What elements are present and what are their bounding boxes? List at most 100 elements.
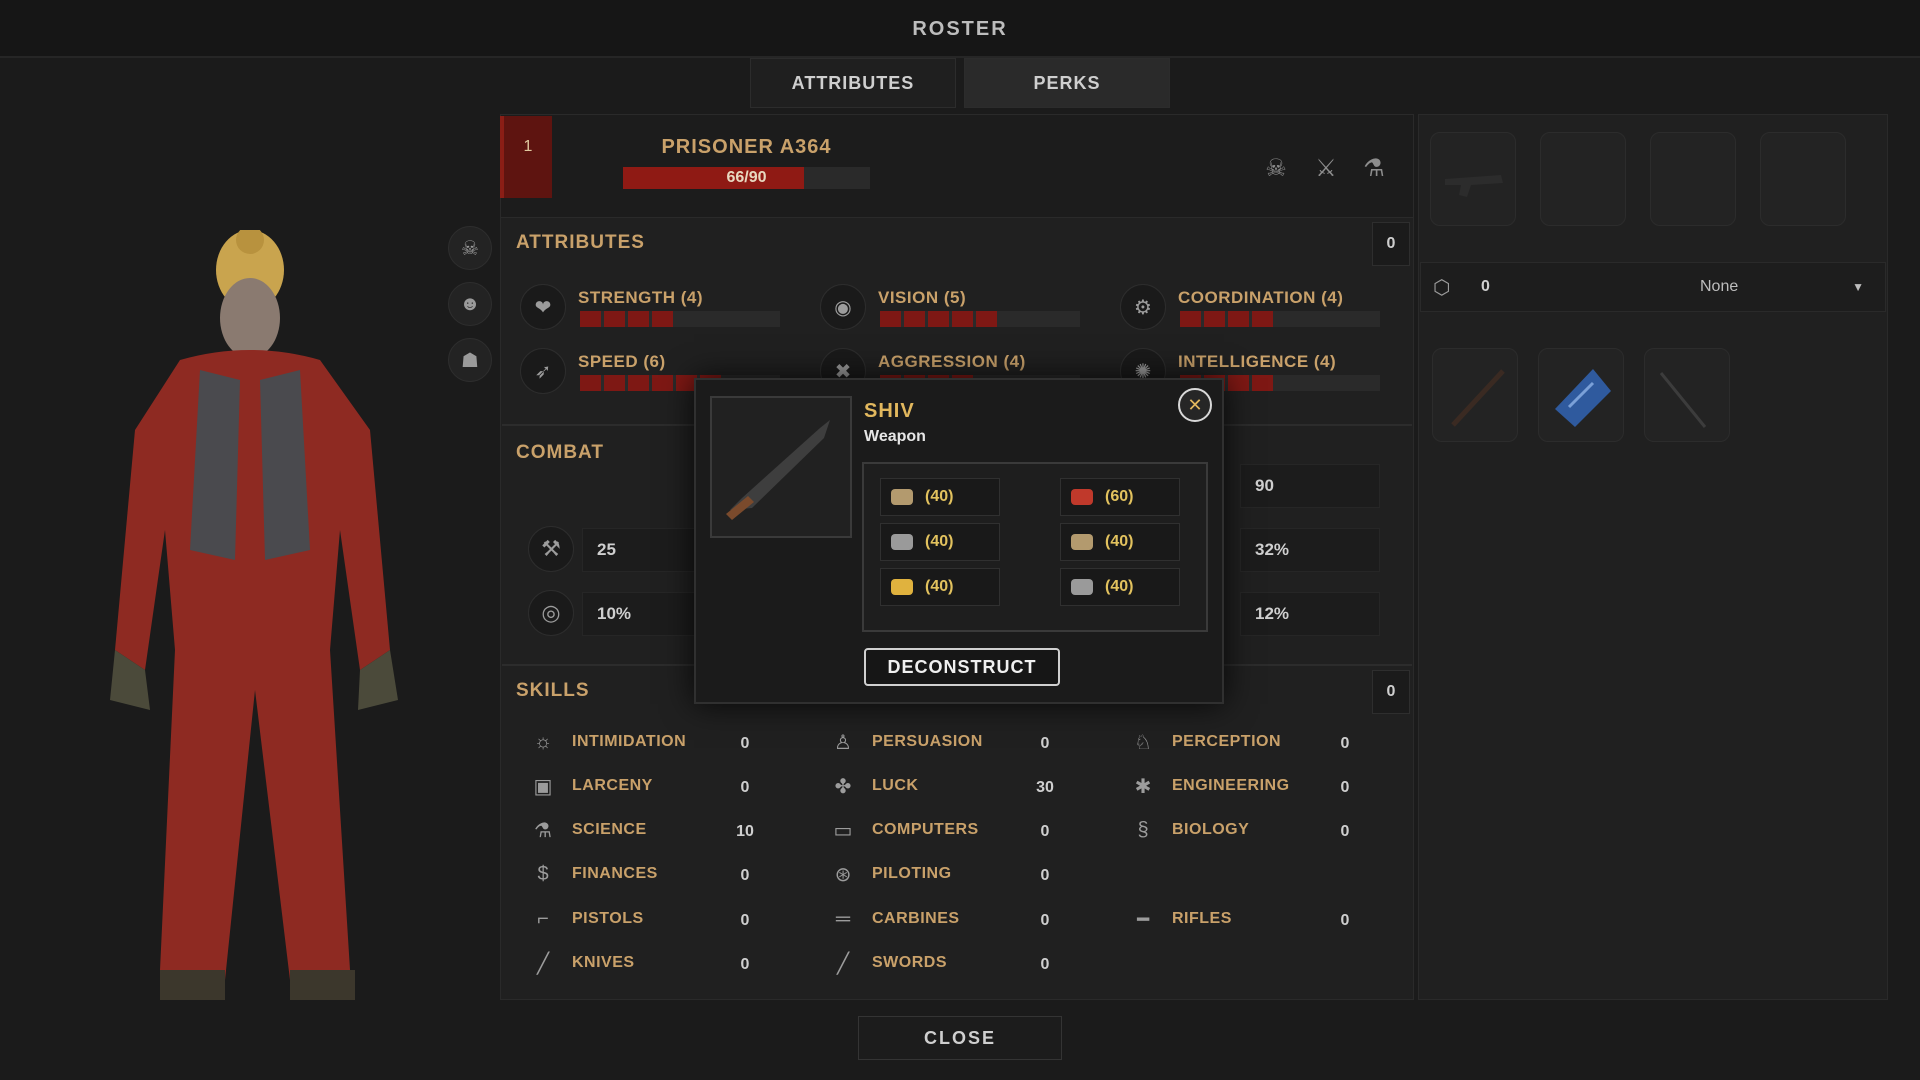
attr-strength-label: STRENGTH (4) (578, 288, 703, 307)
skull-crossbones-icon[interactable]: ☠ (1258, 150, 1294, 186)
skill-value: 0 (1040, 912, 1050, 929)
resource-item: (40) (880, 568, 1000, 606)
skill-label: PERSUASION (872, 733, 983, 750)
resource-amount: (40) (925, 488, 954, 505)
attr-vision-fill (880, 311, 1000, 327)
resource-amount: (40) (925, 533, 954, 550)
skill-value: 0 (1040, 823, 1050, 840)
inventory-slot[interactable] (1644, 348, 1730, 442)
tab-attributes[interactable]: ATTRIBUTES (750, 58, 956, 108)
attributes-title: ATTRIBUTES (516, 232, 645, 253)
shiv-icon (726, 420, 830, 520)
attr-vision-label: VISION (5) (878, 288, 967, 307)
attr-speed-label: SPEED (6) (578, 352, 666, 371)
skill-value: 0 (740, 912, 750, 929)
equipment-slot[interactable] (1540, 132, 1626, 226)
skill-label: ENGINEERING (1172, 777, 1290, 794)
close-button[interactable]: CLOSE (858, 1016, 1062, 1060)
demon-mask-icon[interactable]: ☻ (448, 282, 492, 326)
metal-icon (1071, 579, 1093, 595)
dropdown-value: None (1700, 278, 1739, 295)
helmet-mask-icon[interactable]: ☗ (448, 338, 492, 382)
perception-icon: ♘ (1134, 731, 1152, 754)
coordination-icon: ⚙ (1120, 284, 1166, 330)
combat-value: 90 (1240, 464, 1380, 508)
top-bar: ROSTER (0, 0, 1920, 58)
combat-value: 25 (582, 528, 702, 572)
carbine-icon: ═ (835, 907, 851, 930)
deconstruct-button[interactable]: DECONSTRUCT (864, 648, 1060, 686)
rifle-silhouette-icon (1445, 175, 1503, 197)
resource-item: (60) (1060, 478, 1180, 516)
inventory-slot[interactable] (1538, 348, 1624, 442)
cloth-icon (1555, 369, 1611, 427)
skill-value: 0 (740, 956, 750, 973)
skill-label: LUCK (872, 777, 919, 794)
skill-label: PILOTING (872, 865, 952, 882)
intimidation-icon: ☼ (533, 730, 553, 753)
skill-label: INTIMIDATION (572, 733, 687, 750)
combat-value: 12% (1240, 592, 1380, 636)
skill-value: 0 (740, 867, 750, 884)
skill-label: RIFLES (1172, 910, 1232, 927)
skill-label: KNIVES (572, 954, 635, 971)
crossed-swords-icon[interactable]: ⚔ (1308, 150, 1344, 186)
skill-value: 0 (1340, 912, 1350, 929)
ammo-dropdown[interactable]: None ▼ (1688, 268, 1874, 306)
skill-label: LARCENY (572, 777, 653, 794)
heart-fist-icon: ❤ (520, 284, 566, 330)
equipment-slot[interactable] (1760, 132, 1846, 226)
knife-icon: ╱ (536, 952, 550, 975)
skill-value: 0 (1340, 735, 1350, 752)
flask-icon[interactable]: ⚗ (1356, 150, 1392, 186)
skill-points: 0 (1372, 670, 1410, 714)
skull-mask-icon[interactable]: ☠ (448, 226, 492, 270)
resource-amount: (40) (1105, 533, 1134, 550)
persuasion-icon: ♙ (834, 731, 852, 754)
resource-item: (40) (880, 478, 1000, 516)
attr-coordination-fill (1180, 311, 1276, 327)
skill-value: 0 (1340, 779, 1350, 796)
clover-icon: ✤ (834, 775, 852, 798)
tab-perks[interactable]: PERKS (964, 58, 1170, 108)
sword-icon: ╱ (836, 952, 850, 975)
skill-label: SCIENCE (572, 821, 647, 838)
resource-item: (40) (1060, 568, 1180, 606)
item-type: Weapon (864, 428, 926, 445)
wing-icon: ➶ (520, 348, 566, 394)
metal-icon (891, 534, 913, 550)
damage-icon: ⚒ (528, 526, 574, 572)
equipment-panel (1418, 114, 1888, 1000)
weapon-slot[interactable] (1430, 132, 1516, 226)
steering-icon: ⊛ (834, 863, 852, 886)
close-icon[interactable]: ✕ (1178, 388, 1212, 422)
attr-strength-fill (580, 311, 676, 327)
attr-coordination-bar (1180, 311, 1380, 327)
dna-icon: § (1137, 818, 1149, 841)
eye-icon: ◉ (820, 284, 866, 330)
health-text: 66/90 (726, 169, 767, 186)
attr-vision-bar (880, 311, 1080, 327)
resource-amount: (60) (1105, 488, 1134, 505)
inventory-slot[interactable] (1432, 348, 1518, 442)
character-model (110, 230, 398, 1000)
attr-intelligence-label: INTELLIGENCE (4) (1178, 352, 1337, 371)
skill-label: BIOLOGY (1172, 821, 1250, 838)
badge-icon (891, 579, 913, 595)
skill-value: 0 (740, 779, 750, 796)
resource-item: (40) (880, 523, 1000, 561)
combat-value: 32% (1240, 528, 1380, 572)
item-modal: SHIV Weapon ✕ (40) (60) (40) (40) (40) (… (694, 378, 1224, 704)
item-image (710, 396, 852, 538)
skill-label: COMPUTERS (872, 821, 979, 838)
equipment-slot[interactable] (1650, 132, 1736, 226)
rifle-icon: ━ (1136, 908, 1150, 931)
skill-value: 30 (1036, 779, 1054, 796)
scrap-icon (891, 489, 913, 505)
monitor-icon: ▭ (833, 819, 853, 842)
scrap-icon (1071, 534, 1093, 550)
stick-icon (1451, 369, 1505, 427)
resource-item: (40) (1060, 523, 1180, 561)
resource-grid: (40) (60) (40) (40) (40) (40) (862, 462, 1208, 632)
skill-value: 0 (1040, 735, 1050, 752)
